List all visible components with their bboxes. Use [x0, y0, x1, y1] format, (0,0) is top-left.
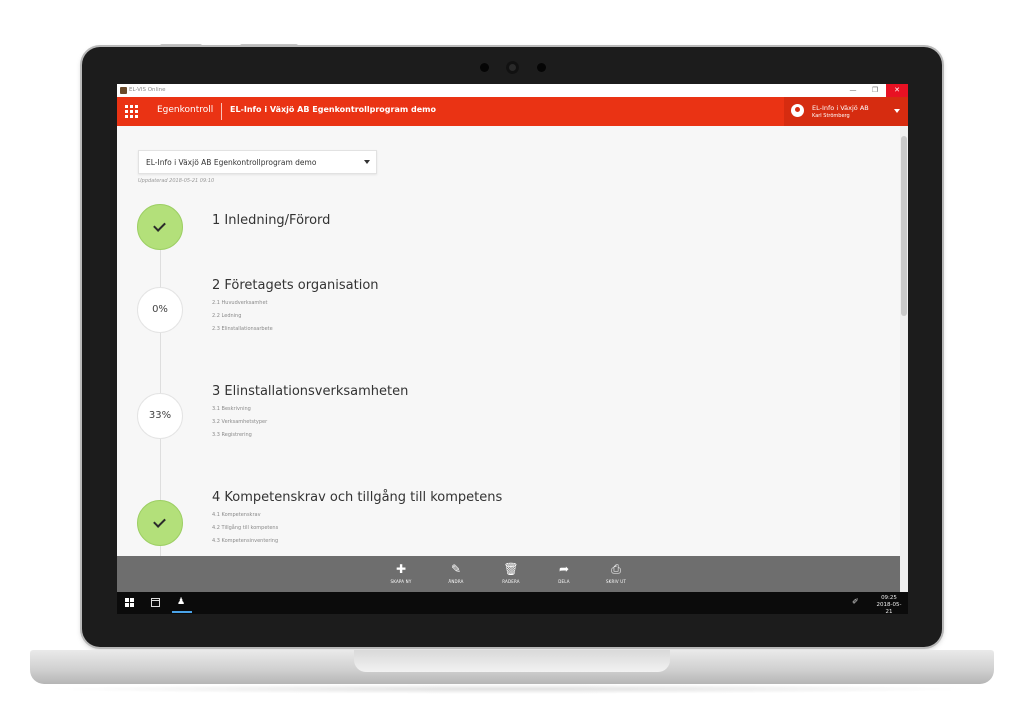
section-progress: 0% — [137, 287, 183, 333]
plus-icon: ✚ — [395, 562, 407, 576]
share-label: DELA — [558, 579, 570, 584]
edit-label: ÄNDRA — [448, 579, 464, 584]
user-organization: EL-Info i Växjö AB — [812, 104, 869, 112]
camera-sensor-right — [537, 63, 546, 72]
delete-label: RADERA — [502, 579, 520, 584]
close-button[interactable]: ✕ — [886, 84, 908, 97]
section-status-done — [137, 500, 183, 546]
elvis-app-icon[interactable]: ♟ — [175, 596, 187, 608]
print-label: SKRIV UT — [605, 579, 627, 584]
laptop-shadow — [40, 684, 984, 694]
subsection-link[interactable]: 4.2 Tillgång till kompetens — [212, 525, 278, 531]
main-content: EL-Info i Växjö AB Egenkontrollprogram d… — [117, 126, 900, 556]
program-select[interactable]: EL-Info i Växjö AB Egenkontrollprogram d… — [138, 150, 377, 174]
program-select-value: EL-Info i Växjö AB Egenkontrollprogram d… — [146, 158, 317, 167]
subsection-link[interactable]: 4.1 Kompetenskrav — [212, 512, 261, 518]
app-name[interactable]: Egenkontroll — [157, 105, 213, 115]
print-button[interactable]: ⎙ SKRIV UT — [599, 562, 633, 584]
checkmark-icon — [153, 219, 166, 232]
subsection-link[interactable]: 3.2 Verksamhetstyper — [212, 419, 267, 425]
screen: EL-VIS Online — ❐ ✕ Egenkontroll EL-Info… — [117, 84, 908, 614]
app-logo-icon — [120, 87, 127, 94]
window-title: EL-VIS Online — [129, 87, 166, 93]
action-toolbar: ✚ SKAPA NY ✎ ÄNDRA 🗑 RADERA ➦ DELA ⎙ SKR… — [117, 556, 900, 592]
create-button[interactable]: ✚ SKAPA NY — [384, 562, 418, 584]
updated-timestamp: Uppdaterad 2018-05-21 09:10 — [138, 178, 215, 184]
subsection-link[interactable]: 3.3 Registrering — [212, 432, 252, 438]
pen-tray-icon[interactable]: ✐ — [852, 597, 859, 606]
share-button[interactable]: ➦ DELA — [547, 562, 581, 584]
window-titlebar: EL-VIS Online — ❐ ✕ — [117, 84, 908, 97]
share-arrow-icon: ➦ — [558, 562, 570, 576]
vertical-scrollbar[interactable] — [900, 126, 908, 592]
active-app-indicator — [172, 611, 192, 613]
edit-button[interactable]: ✎ ÄNDRA — [439, 562, 473, 584]
document-name: EL-Info i Växjö AB Egenkontrollprogram d… — [230, 105, 436, 114]
clock-date: 2018-05-21 — [876, 602, 902, 614]
scrollbar-thumb[interactable] — [901, 136, 907, 316]
user-avatar-icon — [791, 104, 804, 117]
section-progress: 33% — [137, 393, 183, 439]
os-taskbar: ♟ ✐ 09:25 2018-05-21 — [117, 592, 908, 614]
minimize-button[interactable]: — — [842, 84, 864, 97]
taskbar-clock[interactable]: 09:25 2018-05-21 — [874, 595, 904, 614]
camera-sensor-left — [480, 63, 489, 72]
delete-button[interactable]: 🗑 RADERA — [494, 562, 528, 584]
subsection-link[interactable]: 3.1 Beskrivning — [212, 406, 251, 412]
trash-icon: 🗑 — [503, 562, 519, 576]
section-title[interactable]: 1 Inledning/Förord — [212, 213, 330, 228]
section-status-done — [137, 204, 183, 250]
user-name: Karl Strömberg — [812, 113, 850, 119]
calendar-icon[interactable] — [151, 598, 160, 607]
subsection-link[interactable]: 2.2 Ledning — [212, 313, 241, 319]
user-menu[interactable]: EL-Info i Växjö AB Karl Strömberg — [784, 97, 908, 126]
subsection-link[interactable]: 2.1 Huvudverksamhet — [212, 300, 268, 306]
section-title[interactable]: 4 Kompetenskrav och tillgång till kompet… — [212, 490, 502, 505]
subsection-link[interactable]: 4.3 Kompetensinventering — [212, 538, 278, 544]
app-grid-icon[interactable] — [125, 105, 138, 118]
checkmark-icon — [153, 515, 166, 528]
header-divider — [221, 103, 222, 120]
app-header: Egenkontroll EL-Info i Växjö AB Egenkont… — [117, 97, 908, 126]
camera-lens — [506, 61, 519, 74]
restore-button[interactable]: ❐ — [864, 84, 886, 97]
create-label: SKAPA NY — [390, 579, 412, 584]
section-title[interactable]: 2 Företagets organisation — [212, 278, 379, 293]
printer-icon: ⎙ — [611, 562, 621, 576]
pencil-icon: ✎ — [450, 562, 462, 576]
caret-down-icon — [894, 109, 900, 113]
subsection-link[interactable]: 2.3 Elinstallationsarbete — [212, 326, 273, 332]
caret-down-icon — [364, 160, 370, 164]
clock-time: 09:25 — [881, 595, 897, 601]
laptop-base-notch — [354, 650, 670, 672]
section-title[interactable]: 3 Elinstallationsverksamheten — [212, 384, 408, 399]
windows-start-icon[interactable] — [125, 598, 134, 607]
